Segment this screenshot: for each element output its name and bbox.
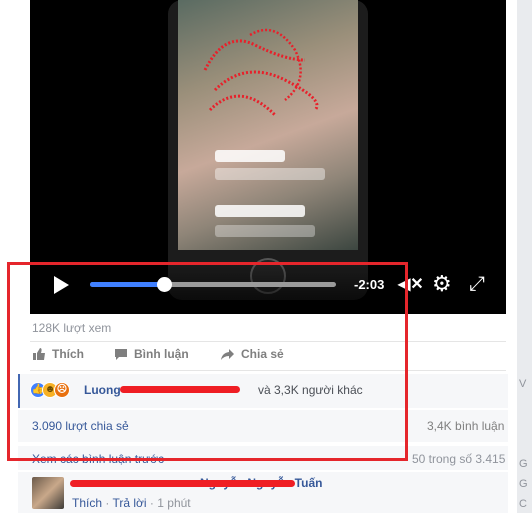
video-chat-bubble — [215, 150, 285, 162]
view-previous-comments-link[interactable]: Xem các bình luận trước — [32, 452, 164, 466]
angry-reaction-icon: ☹ — [54, 382, 70, 398]
right-edge-text: C — [519, 498, 527, 510]
comment-icon — [115, 348, 127, 360]
like-button[interactable]: Thích — [32, 347, 84, 361]
right-scroll-area — [517, 0, 532, 513]
right-edge-text: V — [519, 378, 527, 390]
comment-actions: Thích · Trả lời · 1 phút — [72, 496, 191, 510]
volume-muted-icon[interactable]: ◀✕ — [398, 276, 424, 294]
video-chat-bubble — [215, 225, 315, 237]
comment-button[interactable]: Bình luận — [114, 347, 189, 361]
right-edge-text: G — [519, 478, 528, 490]
divider — [30, 370, 506, 371]
thumbs-up-icon — [33, 348, 45, 360]
share-count[interactable]: 3.090 lượt chia sẻ — [32, 419, 129, 433]
comment-count[interactable]: 3,4K bình luận — [427, 419, 504, 433]
comment-time: 1 phút — [157, 496, 191, 510]
reactor-name[interactable]: Luong — [84, 383, 121, 397]
time-remaining: -2:03 — [354, 277, 385, 292]
comment-paging: 50 trong số 3.415 — [412, 452, 506, 466]
play-icon[interactable] — [54, 276, 69, 294]
like-label: Thích — [52, 347, 84, 361]
gear-icon[interactable]: ⚙ — [432, 273, 454, 295]
video-seek-bar[interactable] — [90, 282, 336, 287]
video-chat-bubble — [215, 205, 305, 217]
view-count: 128K lượt xem — [32, 321, 112, 335]
seek-handle[interactable] — [156, 277, 172, 292]
share-label: Chia sẻ — [241, 347, 284, 361]
comment-reply-link[interactable]: Trả lời — [112, 496, 146, 510]
red-scribble — [203, 28, 319, 117]
comment-like-link[interactable]: Thích — [72, 496, 102, 510]
redaction-scribble — [120, 386, 240, 393]
avatar[interactable] — [32, 477, 64, 509]
right-edge-text: G — [519, 458, 528, 470]
redaction-scribble — [70, 480, 295, 487]
comment-label: Bình luận — [134, 347, 189, 361]
action-bar: Thích Bình luận Chia sẻ — [30, 342, 506, 370]
share-icon — [221, 348, 234, 360]
expand-icon[interactable]: ⤢ — [469, 273, 491, 295]
share-button[interactable]: Chia sẻ — [220, 347, 284, 361]
video-chat-bubble — [215, 168, 325, 180]
reaction-others[interactable]: và 3,3K người khác — [258, 383, 363, 397]
video-progress-fill — [90, 282, 164, 287]
